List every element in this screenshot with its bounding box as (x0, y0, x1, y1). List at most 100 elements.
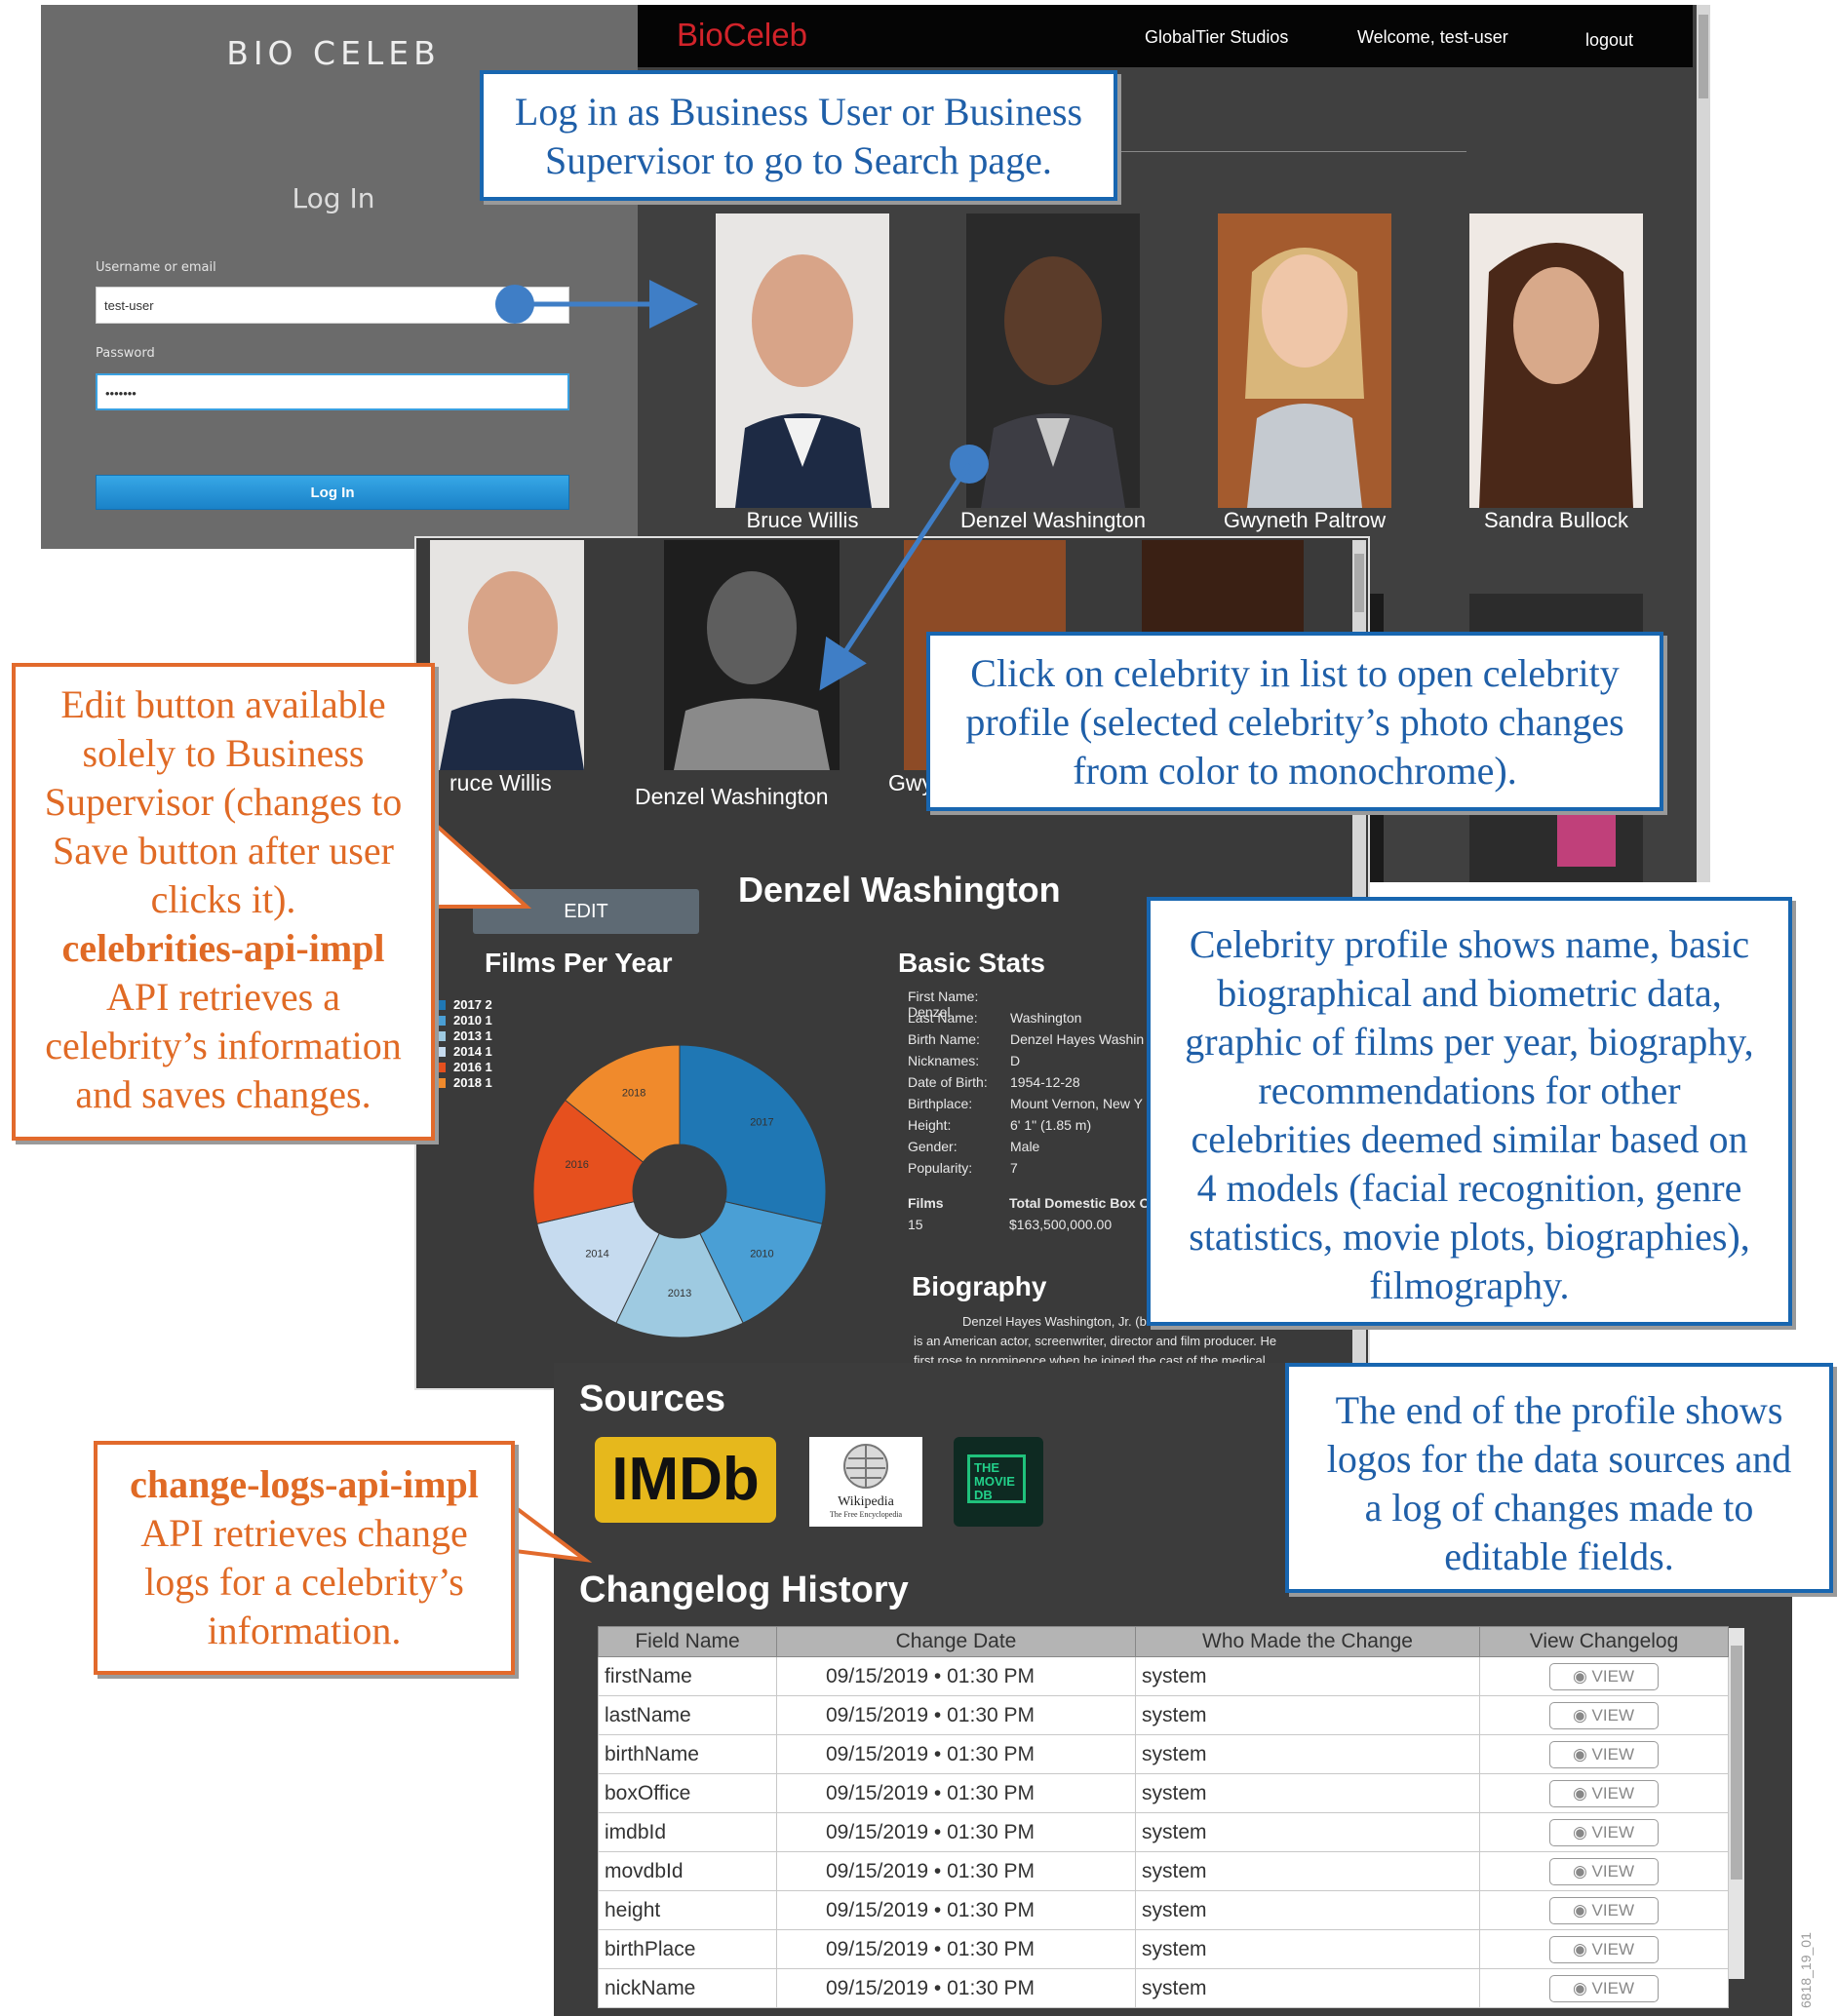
eye-icon: ◉ (1572, 1978, 1592, 1997)
stat-row: Popularity: 7 (908, 1160, 1018, 1176)
view-changelog-button[interactable]: ◉ VIEW (1548, 1779, 1659, 1807)
cell-field-name: birthName (598, 1734, 777, 1774)
stat-row: Nicknames: D (908, 1053, 1020, 1068)
cell-view: ◉ VIEW (1479, 1929, 1729, 1969)
app-logo[interactable]: BioCeleb (677, 17, 807, 54)
top-bar: BioCeleb GlobalTier Studios Welcome, tes… (638, 5, 1693, 67)
callout-line: information. (207, 1609, 402, 1652)
callout-click-celebrity: Click on celebrity in list to open celeb… (926, 632, 1663, 811)
celebrity-photo-denzel-washington[interactable] (966, 213, 1140, 508)
cell-view: ◉ VIEW (1479, 1695, 1729, 1735)
biography-title: Biography (912, 1271, 1047, 1301)
view-changelog-button[interactable]: ◉ VIEW (1548, 1896, 1659, 1924)
callout-line: Log in as Business User or Business (514, 90, 1083, 134)
password-input[interactable]: ••••••• (96, 373, 569, 410)
col-who-changed[interactable]: Who Made the Change (1135, 1626, 1480, 1657)
view-changelog-button[interactable]: ◉ VIEW (1548, 1740, 1659, 1768)
view-label: VIEW (1591, 1861, 1634, 1880)
col-field-name[interactable]: Field Name (598, 1626, 777, 1657)
view-changelog-button[interactable]: ◉ VIEW (1548, 1935, 1659, 1963)
callout-line: Supervisor (changes to (44, 780, 403, 824)
basic-stats-title: Basic Stats (898, 948, 1045, 978)
imdb-logo[interactable]: IMDb (595, 1437, 776, 1523)
celebrity-name-3[interactable]: Sandra Bullock (1439, 508, 1673, 533)
celebrity-name-1[interactable]: Denzel Washington (936, 508, 1170, 533)
studio-link[interactable]: GlobalTier Studios (1145, 27, 1288, 48)
denzel-monochrome-thumbnail-icon (674, 571, 830, 770)
celebrity-photo-gwyneth-paltrow[interactable] (1218, 213, 1391, 508)
view-changelog-button[interactable]: ◉ VIEW (1548, 1818, 1659, 1846)
profile-list-photo-bruce[interactable] (430, 540, 584, 770)
cell-field-name: lastName (598, 1695, 777, 1735)
bio-line: is an American actor, screenwriter, dire… (914, 1334, 1277, 1348)
view-changelog-button[interactable]: ◉ VIEW (1548, 1662, 1659, 1690)
cell-field-name: height (598, 1890, 777, 1930)
eye-icon: ◉ (1572, 1861, 1592, 1880)
changelog-row: birthPlace 09/15/2019 • 01:30 PM system ◉ V… (598, 1929, 1729, 1969)
cell-change-date: 09/15/2019 • 01:30 PM (776, 1890, 1136, 1930)
pie-slice-label: 2017 (750, 1117, 773, 1129)
celebrity-name-2[interactable]: Gwyneth Paltrow (1188, 508, 1422, 533)
cell-change-date: 09/15/2019 • 01:30 PM (776, 1968, 1136, 2008)
bruce-willis-thumbnail-icon (440, 571, 584, 770)
view-changelog-button[interactable]: ◉ VIEW (1548, 1857, 1659, 1885)
page-scrollbar[interactable] (1697, 5, 1710, 882)
celebrity-name-0[interactable]: Bruce Willis (685, 508, 919, 533)
cell-who: system (1135, 1695, 1480, 1735)
tmdb-logo[interactable]: THE MOVIE DB (954, 1437, 1043, 1527)
callout-line: graphic of films per year, biography, (1185, 1020, 1754, 1064)
profile-list-photo-denzel-selected[interactable] (664, 540, 840, 770)
gwyneth-paltrow-portrait-icon (1218, 213, 1391, 508)
view-label: VIEW (1591, 1978, 1634, 1997)
bio-line: Denzel Hayes Washington, Jr. (b (962, 1314, 1147, 1329)
changelog-row: boxOffice 09/15/2019 • 01:30 PM system ◉ VI… (598, 1773, 1729, 1813)
callout-line: Edit button available (60, 682, 386, 726)
profile-list-name-1[interactable]: Denzel Washington (635, 784, 829, 810)
wikipedia-logo[interactable]: Wikipedia The Free Encyclopedia (809, 1437, 922, 1527)
cell-field-name: imdbId (598, 1812, 777, 1852)
films-per-year-chart: 2017 22010 12013 12014 12016 12018 1 2017… (436, 997, 827, 1338)
celebrity-photo-sandra-bullock[interactable] (1469, 213, 1643, 508)
callout-line: Celebrity profile shows name, basic (1189, 922, 1750, 966)
callout-line: and saves changes. (75, 1072, 371, 1116)
page-scroll-thumb[interactable] (1699, 15, 1708, 98)
col-change-date[interactable]: Change Date (776, 1626, 1136, 1657)
stat-value: 7 (1010, 1160, 1018, 1176)
col-view-changelog[interactable]: View Changelog (1479, 1626, 1729, 1657)
callout-line: statistics, movie plots, biographies), (1189, 1215, 1750, 1259)
callout-line: clicks it). (150, 877, 296, 921)
username-label: Username or email (96, 260, 216, 275)
view-changelog-button[interactable]: ◉ VIEW (1548, 1974, 1659, 2002)
wikipedia-tagline: The Free Encyclopedia (829, 1510, 903, 1519)
cell-view: ◉ VIEW (1479, 1851, 1729, 1891)
wikipedia-globe-icon (843, 1444, 888, 1489)
view-changelog-button[interactable]: ◉ VIEW (1548, 1701, 1659, 1729)
profile-list-name-0[interactable]: ruce Willis (449, 770, 552, 796)
eye-icon: ◉ (1572, 1939, 1592, 1958)
changelog-row: birthName 09/15/2019 • 01:30 PM system ◉ VI… (598, 1734, 1729, 1774)
cell-view: ◉ VIEW (1479, 1734, 1729, 1774)
changelog-row: lastName 09/15/2019 • 01:30 PM system ◉ VIE… (598, 1695, 1729, 1735)
celebrity-photo-bruce-willis[interactable] (716, 213, 889, 508)
logout-link[interactable]: logout (1585, 30, 1633, 51)
stat-key: Date of Birth: (908, 1074, 988, 1090)
changelog-scroll-thumb[interactable] (1731, 1646, 1742, 1880)
password-label: Password (96, 346, 155, 361)
legend-swatch (436, 1047, 446, 1057)
films-value: 15 (908, 1217, 923, 1232)
stat-row: Birthplace: Mount Vernon, New Y (908, 1096, 1143, 1111)
films-label: Films (908, 1195, 944, 1211)
eye-icon: ◉ (1572, 1900, 1592, 1919)
username-input[interactable]: test-user (96, 287, 569, 324)
callout-login: Log in as Business User or Business Supe… (480, 70, 1117, 201)
edit-callout-pointer-icon (429, 816, 532, 909)
cell-change-date: 09/15/2019 • 01:30 PM (776, 1656, 1136, 1696)
stat-key: Birth Name: (908, 1031, 980, 1047)
view-label: VIEW (1591, 1744, 1634, 1764)
login-button[interactable]: Log In (96, 475, 569, 510)
callout-line: The end of the profile shows (1335, 1388, 1783, 1432)
pie-slice-2017[interactable] (679, 1044, 827, 1224)
cell-who: system (1135, 1656, 1480, 1696)
stat-value: Washington (1010, 1010, 1082, 1026)
profile-scroll-thumb[interactable] (1354, 554, 1364, 612)
